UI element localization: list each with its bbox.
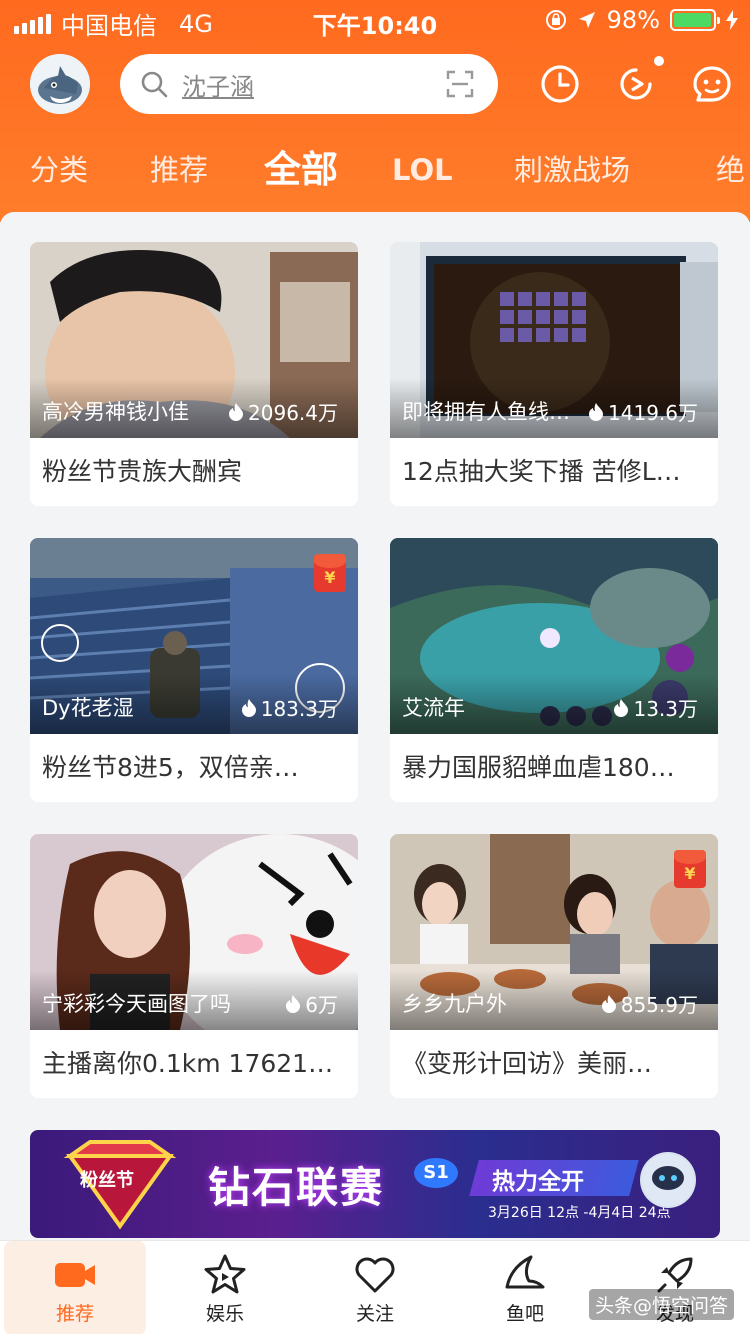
game-refresh-icon (620, 68, 652, 100)
red-packet-icon: ¥ (674, 850, 706, 888)
tab-category[interactable]: 分类 (30, 140, 88, 200)
stream-card[interactable]: 即将拥有人鱼线… 1419.6万 12点抽大奖下播 苦修L… (390, 242, 718, 506)
stream-card[interactable]: 宁彩彩今天画图了吗 6万 主播离你0.1km 17621… (30, 834, 358, 1098)
tab-more[interactable]: 绝 (716, 140, 745, 200)
flame-icon (241, 698, 256, 717)
tab-pubg[interactable]: 刺激战场 (514, 140, 630, 200)
stream-card[interactable]: 艾流年 13.3万 暴力国服貂蝉血虐180… (390, 538, 718, 802)
streamer-name: 高冷男神钱小佳 (42, 400, 189, 424)
view-count-text: 1419.6万 (608, 401, 698, 425)
stream-title: 粉丝节8进5，双倍亲… (42, 753, 299, 782)
flame-icon (286, 994, 301, 1013)
status-bar: 中国电信 4G 下午10:40 98% (0, 0, 750, 40)
location-icon (578, 12, 595, 28)
streamer-name: 艾流年 (402, 696, 465, 720)
stream-title: 12点抽大奖下播 苦修L… (402, 457, 681, 486)
nav-label: 鱼吧 (505, 1303, 544, 1325)
stream-title: 粉丝节贵族大酬宾 (42, 457, 243, 486)
view-count-text: 855.9万 (620, 993, 698, 1017)
chat-bubble-icon (693, 66, 731, 102)
top-row: 沈子涵 (0, 52, 750, 116)
scan-icon[interactable] (446, 70, 474, 98)
charging-icon (726, 10, 738, 30)
nav-recommend[interactable]: 推荐 (4, 1241, 146, 1334)
view-count: 855.9万 (601, 989, 698, 1018)
stream-card[interactable]: 高冷男神钱小佳 2096.4万 粉丝节贵族大酬宾 (30, 242, 358, 506)
view-count: 183.3万 (241, 693, 338, 722)
notification-dot (654, 56, 664, 66)
view-count-text: 183.3万 (260, 697, 338, 721)
stream-thumbnail: 宁彩彩今天画图了吗 6万 (30, 834, 358, 1030)
promo-banner[interactable]: 粉丝节 钻石联赛 S1 热力全开 3月26日 12点 -4月4日 24点 (30, 1130, 720, 1238)
clock-icon (541, 65, 579, 103)
stream-card[interactable]: ¥ 乡乡九户外 855.9万 《变形计回访》美丽… (390, 834, 718, 1098)
heart-icon (355, 1257, 395, 1293)
stream-thumbnail: 即将拥有人鱼线… 1419.6万 (390, 242, 718, 438)
nav-label: 娱乐 (205, 1303, 244, 1325)
view-count: 13.3万 (613, 693, 698, 722)
search-bar[interactable]: 沈子涵 (120, 54, 498, 114)
view-count: 6万 (285, 989, 338, 1018)
category-tabs: 分类 推荐 全部 LOL 刺激战场 绝 (0, 140, 750, 200)
stream-card[interactable]: ¥ Dy花老湿 183.3万 粉丝节8进5，双倍亲… (30, 538, 358, 802)
flame-icon (229, 402, 244, 421)
nav-label: 推荐 (55, 1303, 94, 1325)
flame-icon (601, 994, 616, 1013)
star-icon (204, 1254, 246, 1294)
nav-entertainment[interactable]: 娱乐 (150, 1241, 300, 1334)
watermark: 头条@悟空问答 (588, 1289, 734, 1320)
status-right: 98% (545, 6, 738, 34)
streamer-name: Dy花老湿 (42, 696, 134, 720)
astronaut-mascot-icon (640, 1152, 696, 1208)
battery-fill (674, 13, 712, 27)
view-count-text: 13.3万 (633, 697, 698, 721)
streamer-name: 乡乡九户外 (402, 992, 507, 1016)
bottom-nav: 推荐 娱乐 关注 鱼吧 发现 头条@悟空问答 (0, 1240, 750, 1334)
banner-title: 钻石联赛 (208, 1163, 385, 1212)
view-count: 2096.4万 (228, 397, 338, 426)
banner-slogan: 热力全开 (492, 1169, 584, 1195)
stream-title: 《变形计回访》美丽… (402, 1049, 653, 1078)
tab-lol[interactable]: LOL (392, 140, 453, 200)
header-actions (536, 56, 736, 108)
stream-title: 暴力国服貂蝉血虐180… (402, 753, 675, 782)
app-header: 中国电信 4G 下午10:40 98% 沈子涵 分类 推荐 全部 LOL 刺激战… (0, 0, 750, 222)
streamer-name: 宁彩彩今天画图了吗 (42, 992, 231, 1016)
view-count-text: 2096.4万 (248, 401, 338, 425)
flame-icon (614, 698, 629, 717)
nav-fish-bar[interactable]: 鱼吧 (450, 1241, 600, 1334)
banner-badge-text: 粉丝节 (80, 1170, 134, 1191)
nav-label: 关注 (355, 1303, 394, 1325)
rotation-lock-icon (545, 10, 566, 30)
banner-season: S1 (414, 1158, 458, 1188)
history-button[interactable] (536, 60, 584, 108)
streamer-name: 即将拥有人鱼线… (402, 400, 570, 424)
message-button[interactable] (688, 60, 736, 108)
search-placeholder: 沈子涵 (182, 72, 254, 101)
red-packet-icon: ¥ (314, 554, 346, 592)
stream-title: 主播离你0.1km 17621… (42, 1049, 334, 1078)
search-icon (141, 71, 168, 98)
stream-thumbnail: ¥ 乡乡九户外 855.9万 (390, 834, 718, 1030)
stream-thumbnail: 高冷男神钱小佳 2096.4万 (30, 242, 358, 438)
battery-icon (670, 9, 720, 31)
nav-discover[interactable]: 发现 (600, 1241, 750, 1334)
view-count-text: 6万 (305, 993, 338, 1017)
stream-thumbnail: 艾流年 13.3万 (390, 538, 718, 734)
nav-follow[interactable]: 关注 (300, 1241, 450, 1334)
user-avatar[interactable] (30, 54, 90, 114)
video-camera-icon (55, 1263, 95, 1287)
stream-thumbnail: ¥ Dy花老湿 183.3万 (30, 538, 358, 734)
fish-fin-icon (505, 1255, 545, 1289)
battery-percent: 98% (606, 6, 660, 34)
flame-icon (589, 402, 604, 421)
tab-recommend[interactable]: 推荐 (150, 140, 208, 200)
game-button[interactable] (612, 56, 664, 108)
tab-all[interactable]: 全部 (264, 140, 338, 200)
stream-list: 高冷男神钱小佳 2096.4万 粉丝节贵族大酬宾 即将拥有人鱼线… 1419.6… (0, 212, 750, 1242)
view-count: 1419.6万 (588, 397, 698, 426)
